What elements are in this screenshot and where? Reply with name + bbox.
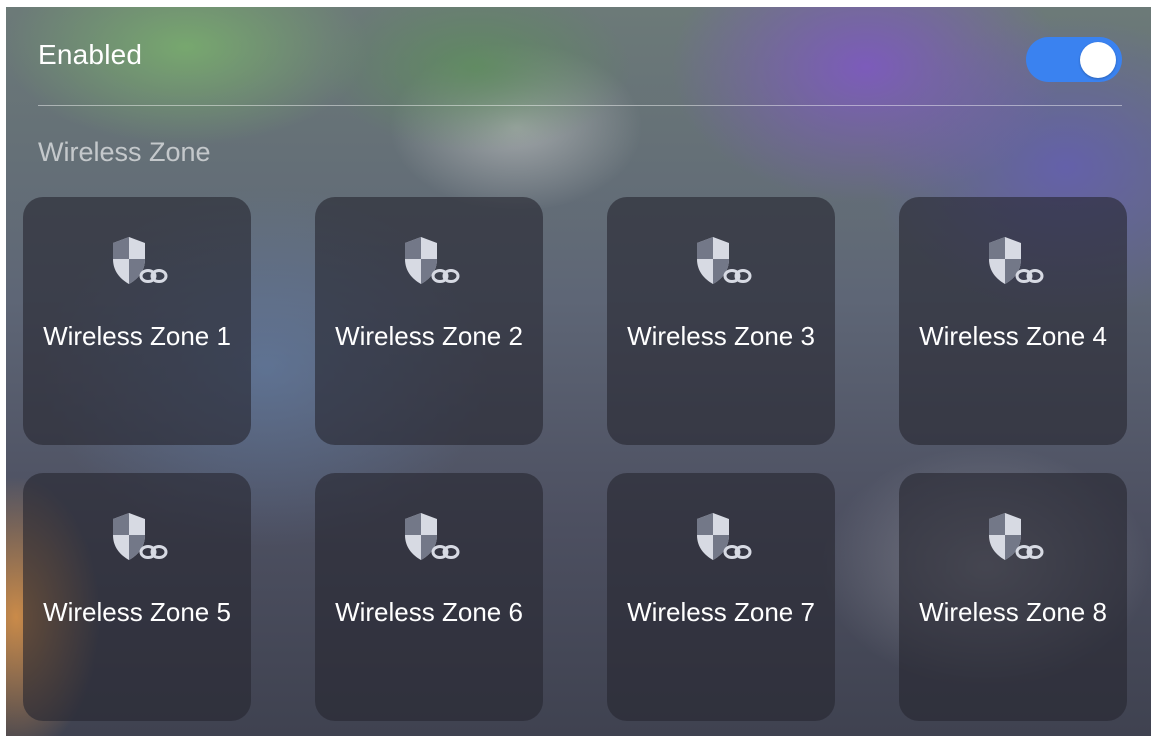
- shield-link-icon: [405, 513, 460, 560]
- enabled-toggle[interactable]: [1026, 37, 1122, 82]
- shield-link-icon: [113, 237, 168, 284]
- toggle-knob: [1080, 42, 1116, 78]
- shield-link-icon: [989, 513, 1044, 560]
- shield-link-icon: [405, 237, 460, 284]
- zone-tile-label: Wireless Zone 8: [919, 597, 1107, 627]
- section-title: Wireless Zone: [38, 137, 211, 167]
- zone-tile-5[interactable]: Wireless Zone 5: [23, 473, 251, 721]
- zone-tile-label: Wireless Zone 7: [627, 597, 815, 627]
- shield-link-icon: [989, 237, 1044, 284]
- zone-tile-label: Wireless Zone 1: [43, 321, 231, 351]
- zone-tile-label: Wireless Zone 5: [43, 597, 231, 627]
- shield-link-icon: [697, 513, 752, 560]
- zone-tile-2[interactable]: Wireless Zone 2: [315, 197, 543, 445]
- enabled-row: Enabled: [38, 37, 1122, 82]
- shield-link-icon: [697, 237, 752, 284]
- enabled-label: Enabled: [38, 39, 143, 70]
- zone-tile-4[interactable]: Wireless Zone 4: [899, 197, 1127, 445]
- divider: [38, 105, 1122, 106]
- zone-tile-1[interactable]: Wireless Zone 1: [23, 197, 251, 445]
- zone-settings-screen: Enabled Wireless Zone Wireless Zone 1 Wi…: [6, 7, 1151, 736]
- zone-tile-6[interactable]: Wireless Zone 6: [315, 473, 543, 721]
- shield-link-icon: [113, 513, 168, 560]
- zone-tile-7[interactable]: Wireless Zone 7: [607, 473, 835, 721]
- zone-tile-label: Wireless Zone 2: [335, 321, 523, 351]
- zone-tile-3[interactable]: Wireless Zone 3: [607, 197, 835, 445]
- zone-tile-label: Wireless Zone 6: [335, 597, 523, 627]
- zone-tile-label: Wireless Zone 4: [919, 321, 1107, 351]
- zone-tile-label: Wireless Zone 3: [627, 321, 815, 351]
- zone-tile-8[interactable]: Wireless Zone 8: [899, 473, 1127, 721]
